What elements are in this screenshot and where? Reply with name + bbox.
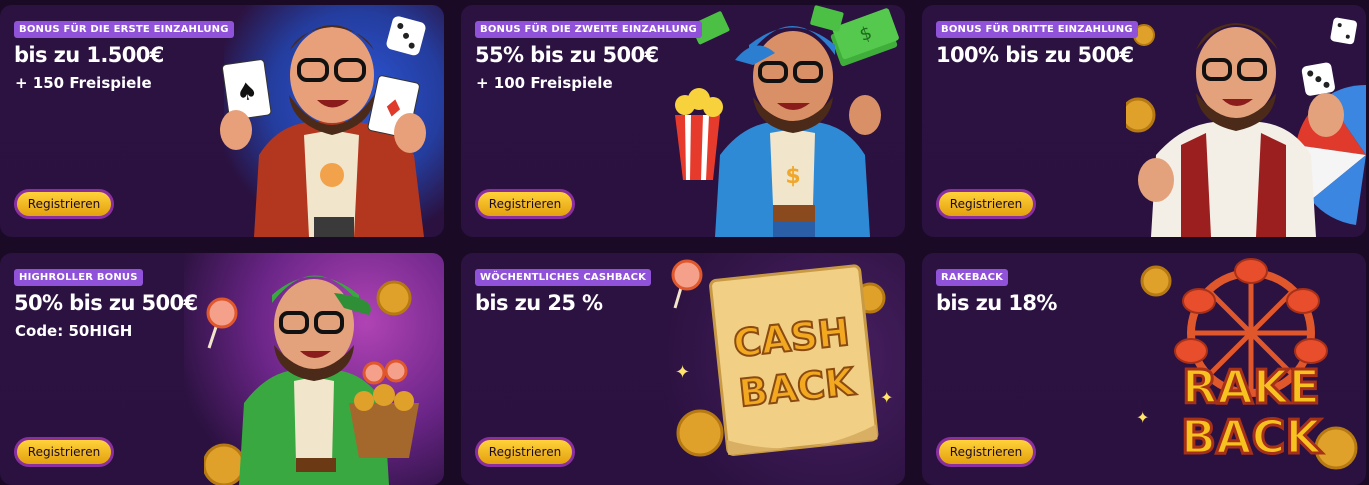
register-button[interactable]: Registrieren [14, 189, 114, 219]
register-button[interactable]: Registrieren [14, 437, 114, 467]
bonus-card-rakeback: ✦ RAKE BACK RAKEBACK bis zu 18% Registri… [922, 253, 1366, 485]
rakeback-art-line2: BACK [1181, 410, 1323, 464]
svg-text:♠: ♠ [234, 76, 259, 107]
cashback-illustration: ✦ ✦ CASH BACK [671, 259, 893, 457]
bonus-badge: BONUS FÜR DIE ZWEITE EINZAHLUNG [475, 21, 702, 38]
bonus-badge: WÖCHENTLICHES CASHBACK [475, 269, 652, 286]
bonus-title: bis zu 1.500€ [14, 43, 164, 67]
svg-text:$: $ [785, 164, 800, 189]
bonus-grid: ♠ ♦ BONUS FÜR DIE ERSTE EINZAHLUNG bis z… [0, 0, 1369, 485]
bonus-card-highroller: HIGHROLLER BONUS 50% bis zu 500€ Code: 5… [0, 253, 444, 485]
bonus-title: 55% bis zu 500€ [475, 43, 659, 67]
bonus-subtitle: Code: 50HIGH [15, 322, 133, 340]
bonus-subtitle: + 150 Freispiele [15, 74, 152, 92]
bonus-card-second-deposit: $ $ BONUS FÜR DIE ZWEITE EINZAHLUNG 55% … [461, 5, 905, 237]
popcorn-money-man-illustration: $ $ [675, 5, 899, 237]
svg-text:✦: ✦ [675, 362, 690, 383]
svg-text:✦: ✦ [1136, 408, 1149, 427]
bonus-title: 50% bis zu 500€ [14, 291, 198, 315]
bonus-card-weekly-cashback: ✦ ✦ CASH BACK WÖCHENTLICHES CASHBACK bis… [461, 253, 905, 485]
svg-text:✦: ✦ [880, 388, 893, 407]
bonus-badge: HIGHROLLER BONUS [14, 269, 143, 286]
rakeback-art-line1: RAKE [1182, 360, 1320, 414]
bonus-subtitle: + 100 Freispiele [476, 74, 613, 92]
bonus-badge: BONUS FÜR DIE ERSTE EINZAHLUNG [14, 21, 234, 38]
register-button[interactable]: Registrieren [936, 189, 1036, 219]
bonus-title: bis zu 18% [936, 291, 1057, 315]
bonus-badge: RAKEBACK [936, 269, 1009, 286]
register-button[interactable]: Registrieren [475, 437, 575, 467]
dice-wheel-man-illustration [1126, 17, 1366, 237]
rakeback-illustration: ✦ RAKE BACK [1136, 258, 1358, 470]
coin-basket-man-illustration [204, 275, 419, 485]
bonus-badge: BONUS FÜR DRITTE EINZAHLUNG [936, 21, 1138, 38]
bonus-title: 100% bis zu 500€ [936, 43, 1134, 67]
bonus-title: bis zu 25 % [475, 291, 603, 315]
bonus-card-third-deposit: BONUS FÜR DRITTE EINZAHLUNG 100% bis zu … [922, 5, 1366, 237]
cards-man-illustration: ♠ ♦ [220, 16, 426, 237]
register-button[interactable]: Registrieren [475, 189, 575, 219]
register-button[interactable]: Registrieren [936, 437, 1036, 467]
bonus-card-first-deposit: ♠ ♦ BONUS FÜR DIE ERSTE EINZAHLUNG bis z… [0, 5, 444, 237]
